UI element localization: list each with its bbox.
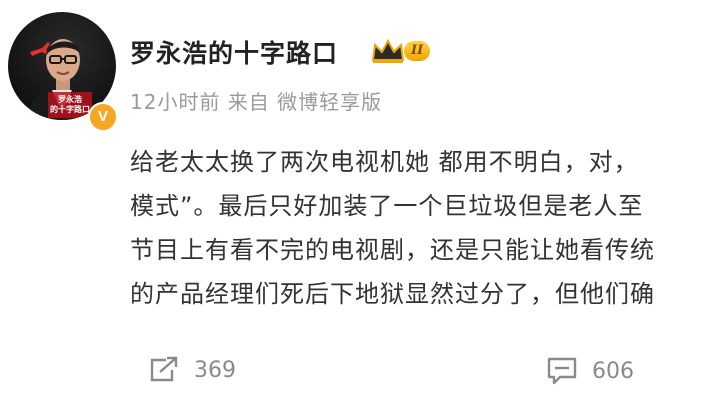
post-body: 给老太太换了两次电视机她 都用不明白，对， 模式”。最后只好加装了一个巨垃圾但是… [130, 140, 720, 316]
post-body-line: 的产品经理们死后下地狱显然过分了，但他们确 [130, 280, 655, 308]
weibo-post-card: 罗永浩 的十字路口 V 罗永浩的十字路口 II 12小时前 来自 微博轻享版 给… [0, 0, 720, 405]
member-badge[interactable]: II [370, 38, 431, 64]
comment-icon [547, 357, 577, 385]
author-avatar[interactable]: 罗永浩 的十字路口 V [8, 12, 118, 132]
share-count: 369 [194, 357, 236, 383]
share-icon [150, 356, 178, 382]
author-name[interactable]: 罗永浩的十字路口 [130, 34, 338, 70]
comment-button[interactable]: 606 [546, 356, 634, 386]
post-meta: 12小时前 来自 微博轻享版 [130, 90, 383, 114]
share-button[interactable]: 369 [148, 356, 236, 384]
avatar-caption-line1: 罗永浩 [58, 94, 82, 104]
avatar-caption-line2: 的十字路口 [50, 104, 90, 114]
member-level: II [404, 41, 431, 61]
avatar-caption: 罗永浩 的十字路口 [50, 94, 90, 114]
crown-icon [371, 38, 405, 63]
verified-badge-icon: V [88, 102, 118, 132]
comment-count: 606 [592, 358, 634, 384]
post-body-line: 节目上有看不完的电视剧，还是只能让她看传统 [130, 236, 655, 264]
post-body-line: 模式”。最后只好加装了一个巨垃圾但是老人至 [130, 192, 644, 220]
post-body-line: 给老太太换了两次电视机她 都用不明白，对， [130, 148, 639, 176]
